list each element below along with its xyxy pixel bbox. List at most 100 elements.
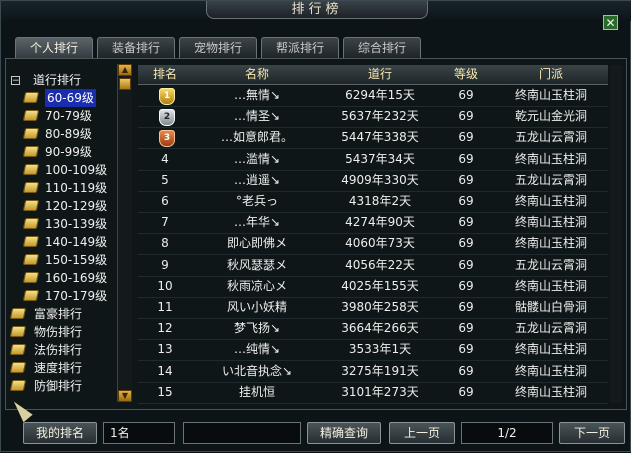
table-row[interactable]: 5 …逍遥↘ 4909年330天 69 五龙山云霄洞 bbox=[138, 170, 608, 192]
cell-sect: 五龙山云霄洞 bbox=[514, 130, 587, 145]
table-row[interactable]: 15 挂机恒 3101年273天 69 终南山玉柱洞 bbox=[138, 382, 608, 404]
cell-daoheng: 6294年15天 bbox=[345, 88, 415, 102]
tab-4[interactable]: 综合排行 bbox=[343, 37, 421, 58]
cell-sect: 五龙山云霄洞 bbox=[514, 172, 587, 187]
cell-sect: 乾元山金光洞 bbox=[514, 109, 587, 124]
cell-name: 挂机恒 bbox=[238, 384, 275, 399]
cell-daoheng: 3664年266天 bbox=[341, 321, 419, 336]
column-header: 名称 bbox=[244, 67, 269, 81]
cell-sect: 终南山玉柱洞 bbox=[514, 236, 587, 251]
tab-2[interactable]: 宠物排行 bbox=[179, 37, 257, 58]
cell-daoheng: 4909年330天 bbox=[341, 172, 419, 187]
tree-item-label: 170-179级 bbox=[45, 289, 108, 303]
table-row[interactable]: 4 …滥情↘ 5437年34天 69 终南山玉柱洞 bbox=[138, 149, 608, 171]
book-icon bbox=[22, 128, 40, 139]
cell-daoheng: 5637年232天 bbox=[341, 109, 419, 124]
rank-medal-icon: 1 bbox=[159, 88, 175, 105]
tree-scrollbar[interactable]: ▲ ▼ bbox=[117, 64, 132, 402]
book-icon bbox=[22, 200, 40, 211]
tree-item-label: 130-139级 bbox=[45, 217, 108, 231]
tab-1[interactable]: 装备排行 bbox=[97, 37, 175, 58]
column-header: 等级 bbox=[453, 67, 478, 81]
book-icon bbox=[22, 182, 40, 193]
scroll-thumb[interactable] bbox=[119, 78, 131, 90]
exact-query-button[interactable]: 精确查询 bbox=[307, 422, 381, 444]
rank-medal-icon: 2 bbox=[159, 109, 175, 127]
table-row[interactable]: 14 い北音执念↘ 3275年191天 69 终南山玉柱洞 bbox=[138, 361, 608, 383]
cell-level: 69 bbox=[458, 342, 474, 357]
book-icon bbox=[9, 380, 27, 391]
my-rank-field: 1名 bbox=[103, 422, 175, 444]
book-icon bbox=[22, 164, 40, 175]
category-tree: − 道行排行 60-69级 70-79级 80-89级 90-99级 100-109级 110… bbox=[7, 65, 115, 401]
cell-level: 69 bbox=[458, 236, 474, 251]
cell-sect: 五龙山云霄洞 bbox=[514, 257, 587, 272]
tab-0[interactable]: 个人排行 bbox=[15, 37, 93, 58]
query-input[interactable] bbox=[183, 422, 301, 444]
cell-level: 69 bbox=[458, 300, 474, 314]
book-icon bbox=[22, 272, 40, 283]
table-row[interactable]: 7 …年华↘ 4274年90天 69 终南山玉柱洞 bbox=[138, 212, 608, 235]
book-icon bbox=[9, 362, 27, 373]
table-row[interactable]: 10 秋雨凉心メ 4025年155天 69 终南山玉柱洞 bbox=[138, 276, 608, 298]
cell-rank: 9 bbox=[161, 257, 169, 272]
table-row[interactable]: 12 梦飞扬↘ 3664年266天 69 五龙山云霄洞 bbox=[138, 318, 608, 341]
cell-name: …纯情↘ bbox=[233, 342, 281, 357]
book-icon bbox=[22, 110, 40, 121]
cell-daoheng: 3275年191天 bbox=[341, 363, 419, 378]
column-header: 排名 bbox=[152, 67, 177, 81]
close-button[interactable]: ✕ bbox=[603, 15, 618, 30]
prev-page-button[interactable]: 上一页 bbox=[389, 422, 455, 444]
cell-sect: 五龙山云霄洞 bbox=[514, 321, 587, 336]
column-header: 门派 bbox=[538, 67, 563, 81]
table-row[interactable]: 6 °老兵っ 4318年2天 69 终南山玉柱洞 bbox=[138, 191, 608, 213]
tree-item-label: 140-149级 bbox=[45, 235, 108, 249]
cell-rank: 15 bbox=[157, 384, 173, 399]
table-row[interactable]: 13 …纯情↘ 3533年1天 69 终南山玉柱洞 bbox=[138, 339, 608, 362]
cell-name: 秋风瑟瑟メ bbox=[226, 257, 287, 272]
scroll-down-button[interactable]: ▼ bbox=[118, 390, 132, 402]
tree-item-label: 80-89级 bbox=[45, 127, 92, 141]
table-scrollbar[interactable] bbox=[610, 65, 622, 403]
scroll-up-button[interactable]: ▲ bbox=[118, 64, 132, 76]
table-row[interactable]: 11 风い小妖精 3980年258天 69 骷髅山白骨洞 bbox=[138, 297, 608, 319]
tree-category-label: 速度排行 bbox=[34, 361, 83, 375]
title-bar: 排行榜 bbox=[1, 1, 631, 21]
ranking-window: 排行榜 ✕ 个人排行 装备排行 宠物排行 帮派排行 综合排行 − 道行排行 60-69级 70… bbox=[0, 0, 631, 452]
table-row[interactable]: 2 …情圣↘ 5637年232天 69 乾元山金光洞 bbox=[138, 106, 608, 129]
cell-sect: 终南山玉柱洞 bbox=[514, 194, 587, 208]
table-row[interactable]: 8 即心即佛メ 4060年73天 69 终南山玉柱洞 bbox=[138, 233, 608, 256]
table-row[interactable]: 9 秋风瑟瑟メ 4056年22天 69 五龙山云霄洞 bbox=[138, 255, 608, 277]
cell-name: 梦飞扬↘ bbox=[233, 321, 281, 336]
cell-rank: 6 bbox=[161, 194, 169, 208]
cell-sect: 终南山玉柱洞 bbox=[514, 384, 587, 399]
cell-daoheng: 4025年155天 bbox=[341, 278, 419, 293]
tab-3[interactable]: 帮派排行 bbox=[261, 37, 339, 58]
cell-sect: 终南山玉柱洞 bbox=[514, 88, 587, 102]
tree-item-label: 160-169级 bbox=[45, 271, 108, 285]
my-rank-button[interactable]: 我的排名 bbox=[23, 422, 97, 444]
cell-rank: 13 bbox=[157, 342, 173, 357]
collapse-icon[interactable]: − bbox=[11, 76, 20, 86]
cell-daoheng: 3980年258天 bbox=[341, 300, 419, 314]
tree-item-label: 120-129级 bbox=[45, 199, 108, 213]
table-header: 排名 名称 道行 等级 门派 bbox=[138, 65, 608, 85]
table-row[interactable]: 3 …如意郎君。 5447年338天 69 五龙山云霄洞 bbox=[138, 127, 608, 150]
cell-level: 69 bbox=[458, 384, 474, 399]
tree-item-label: 150-159级 bbox=[45, 253, 108, 267]
cell-level: 69 bbox=[458, 257, 474, 272]
next-page-button[interactable]: 下一页 bbox=[559, 422, 625, 444]
tree-category-label: 富豪排行 bbox=[34, 307, 83, 321]
cell-daoheng: 5437年34天 bbox=[345, 151, 415, 166]
cell-daoheng: 3101年273天 bbox=[341, 384, 419, 399]
cell-name: 风い小妖精 bbox=[226, 300, 287, 314]
cell-daoheng: 5447年338天 bbox=[341, 130, 419, 145]
cell-level: 69 bbox=[458, 321, 474, 336]
cell-rank: 7 bbox=[161, 215, 169, 230]
tree-category-label: 物伤排行 bbox=[34, 325, 83, 339]
table-row[interactable]: 1 …無情↘ 6294年15天 69 终南山玉柱洞 bbox=[138, 85, 608, 107]
cell-rank: 5 bbox=[161, 172, 169, 187]
cell-level: 69 bbox=[458, 278, 474, 293]
cell-rank: 8 bbox=[161, 236, 169, 251]
cell-level: 69 bbox=[458, 88, 474, 102]
